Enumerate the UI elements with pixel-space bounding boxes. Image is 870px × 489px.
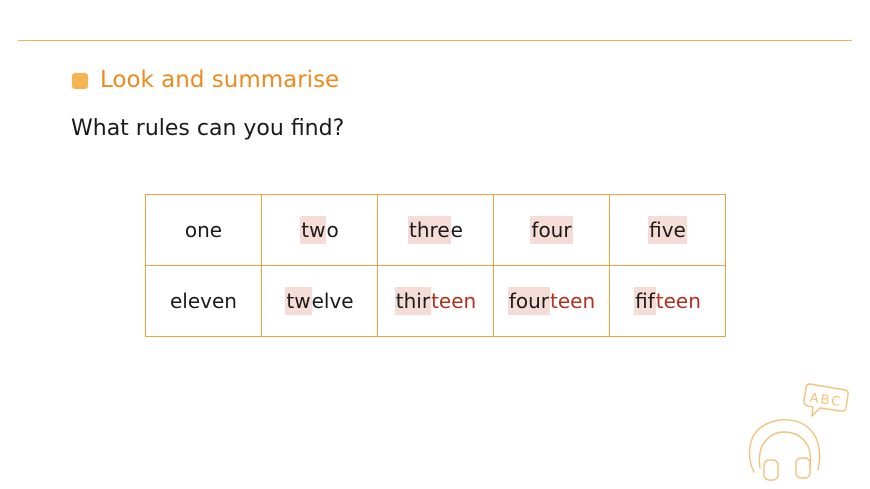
top-divider — [18, 40, 852, 41]
number-words-table: one two three four five eleven twelve th… — [145, 194, 726, 337]
question-text: What rules can you find? — [71, 116, 345, 141]
suffix-segment: teen — [431, 289, 477, 313]
table-row: one two three four five — [145, 194, 726, 266]
highlighted-segment: tw — [300, 216, 327, 244]
table-row: eleven twelve thirteen fourteen fifteen — [145, 265, 726, 337]
bubble-label: ABC — [809, 391, 843, 410]
word-segment: one — [184, 218, 223, 242]
word-segment: elve — [311, 289, 354, 313]
highlighted-segment: fif — [634, 287, 656, 315]
table-cell: one — [145, 194, 262, 266]
word-segment: o — [326, 218, 339, 242]
table-cell: three — [377, 194, 494, 266]
word-segment: e — [450, 218, 463, 242]
table-cell: fifteen — [609, 265, 726, 337]
highlighted-segment: thre — [408, 216, 451, 244]
word-segment: eleven — [170, 289, 237, 313]
table-cell: thirteen — [377, 265, 494, 337]
headphones-abc-decoration: ABC — [748, 383, 849, 481]
highlighted-segment: four — [507, 287, 551, 315]
table-cell: two — [261, 194, 378, 266]
table-cell: twelve — [261, 265, 378, 337]
highlighted-segment: tw — [285, 287, 312, 315]
suffix-segment: teen — [655, 289, 701, 313]
highlighted-segment: four — [530, 216, 573, 244]
table-cell: eleven — [145, 265, 262, 337]
suffix-segment: teen — [550, 289, 596, 313]
highlighted-segment: five — [648, 216, 687, 244]
table-cell: fourteen — [493, 265, 610, 337]
highlighted-segment: thir — [394, 287, 432, 315]
section-bullet-icon — [72, 73, 88, 89]
table-cell: four — [493, 194, 610, 266]
section-title: Look and summarise — [100, 67, 340, 93]
headphones-icon — [748, 419, 821, 481]
table-cell: five — [609, 194, 726, 266]
